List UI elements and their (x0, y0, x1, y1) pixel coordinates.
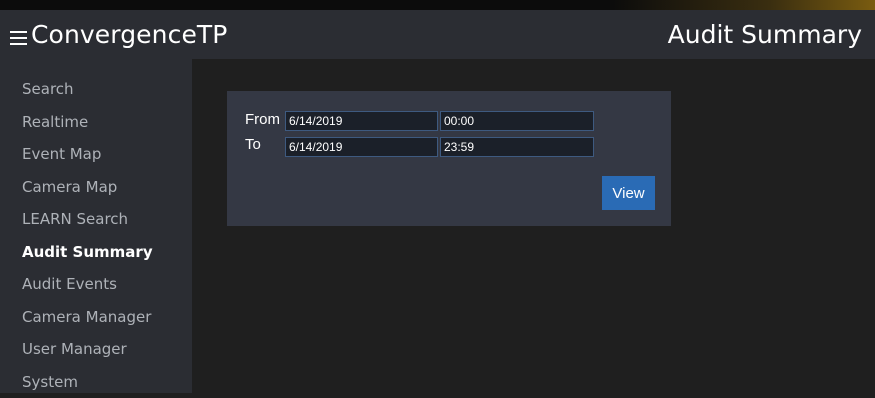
sidebar-item-camera-manager[interactable]: Camera Manager (0, 301, 192, 334)
app-brand: ConvergenceTP (31, 20, 227, 50)
app-header: ConvergenceTP Audit Summary (0, 10, 875, 59)
to-date-input[interactable] (285, 137, 438, 157)
date-range-panel: From To View (227, 91, 671, 226)
main-content: From To View (192, 59, 875, 393)
sidebar-item-audit-summary[interactable]: Audit Summary (0, 236, 192, 269)
sidebar-item-search[interactable]: Search (0, 73, 192, 106)
sidebar-item-audit-events[interactable]: Audit Events (0, 268, 192, 301)
sidebar-nav: Search Realtime Event Map Camera Map LEA… (0, 59, 192, 393)
to-label: To (245, 136, 261, 154)
top-strip (0, 0, 875, 10)
to-time-input[interactable] (440, 137, 594, 157)
sidebar-item-user-manager[interactable]: User Manager (0, 333, 192, 366)
sidebar-item-realtime[interactable]: Realtime (0, 106, 192, 139)
page-title: Audit Summary (668, 20, 862, 50)
sidebar-item-learn-search[interactable]: LEARN Search (0, 203, 192, 236)
from-label: From (245, 111, 280, 129)
sidebar-item-system[interactable]: System (0, 366, 192, 398)
from-time-input[interactable] (440, 111, 594, 131)
sidebar-item-camera-map[interactable]: Camera Map (0, 171, 192, 204)
hamburger-menu-icon[interactable] (10, 31, 27, 45)
sidebar-item-event-map[interactable]: Event Map (0, 138, 192, 171)
from-date-input[interactable] (285, 111, 438, 131)
view-button[interactable]: View (602, 176, 655, 210)
